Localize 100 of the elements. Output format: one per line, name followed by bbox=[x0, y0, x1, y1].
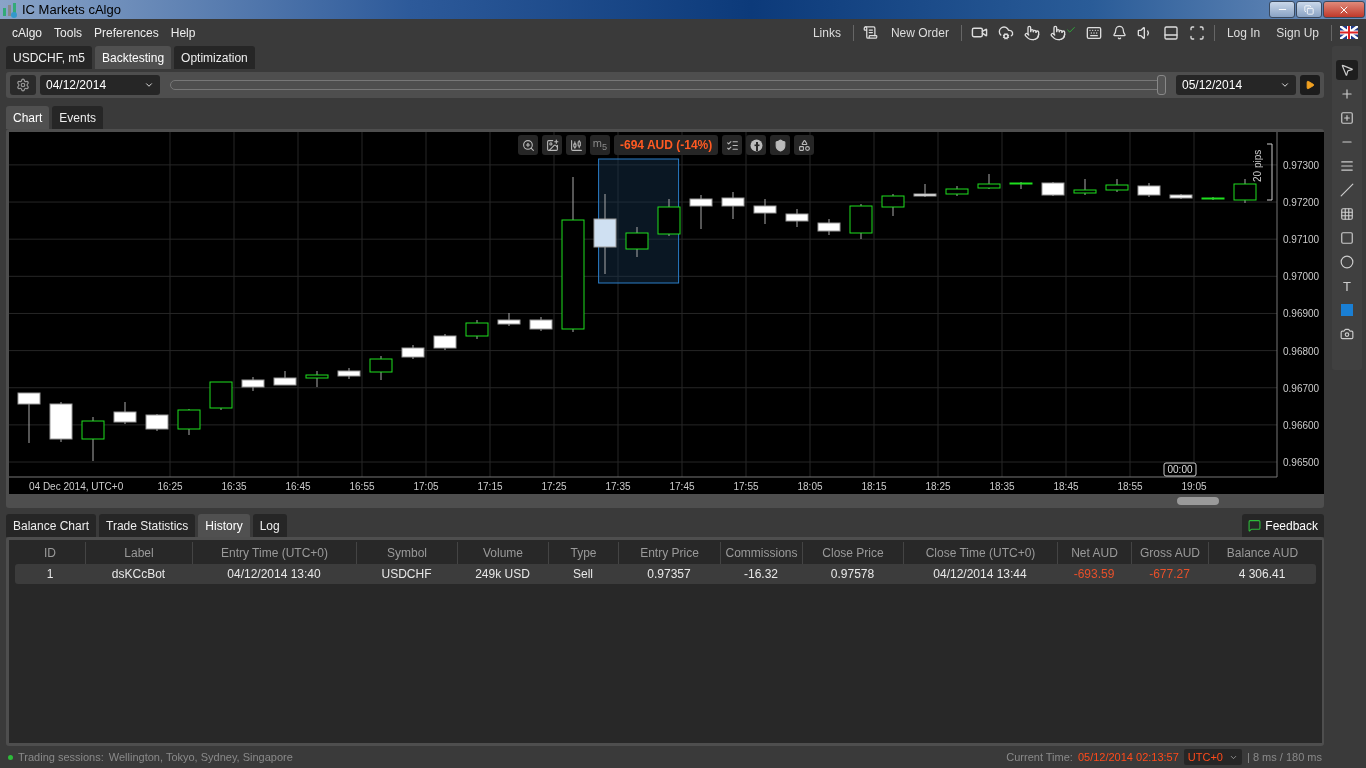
crosshair-icon bbox=[1340, 87, 1354, 101]
candle bbox=[17, 392, 41, 444]
shield-button[interactable] bbox=[770, 135, 791, 155]
timeframe-button[interactable]: m$_{5}$ bbox=[590, 135, 610, 155]
panel-tab[interactable]: Balance Chart bbox=[6, 514, 97, 537]
chart-settings-button[interactable] bbox=[542, 135, 562, 155]
top-tab[interactable]: Backtesting bbox=[95, 46, 172, 69]
time-label: 18:45 bbox=[1053, 481, 1079, 492]
candle bbox=[817, 218, 841, 236]
table-cell-text: -16.32 bbox=[743, 566, 779, 583]
checklist-button[interactable] bbox=[722, 135, 743, 155]
candle bbox=[433, 333, 457, 351]
new-order-link[interactable]: New Order bbox=[882, 25, 957, 40]
price-label: 0.97200 bbox=[1283, 197, 1320, 209]
caret-icon bbox=[1280, 80, 1290, 90]
table-cell-text: 249k USD bbox=[474, 566, 531, 583]
table-cell-text: 4 306.41 bbox=[1237, 566, 1287, 583]
zoom-button[interactable] bbox=[518, 135, 538, 155]
candle bbox=[625, 226, 649, 258]
minimize-button[interactable] bbox=[1269, 1, 1295, 18]
candle bbox=[113, 401, 137, 425]
panel-tab[interactable]: Log bbox=[252, 514, 287, 537]
profit-loss-label: -694 AUD (-14%) bbox=[614, 135, 719, 155]
time-label: 16:25 bbox=[157, 481, 183, 492]
time-label: 18:35 bbox=[989, 481, 1015, 492]
shapes-button[interactable] bbox=[794, 135, 815, 155]
time-label: 16:55 bbox=[349, 481, 375, 492]
range-marker bbox=[1266, 143, 1273, 201]
date-label: 04 Dec 2014, UTC+0 bbox=[29, 481, 124, 492]
window-title: IC Markets cAlgo bbox=[22, 2, 122, 17]
candle bbox=[1137, 182, 1161, 198]
candle bbox=[49, 401, 73, 443]
close-button[interactable] bbox=[1323, 1, 1365, 18]
candle bbox=[145, 413, 169, 432]
chart-tab[interactable]: Chart bbox=[6, 106, 50, 129]
menu-item[interactable]: Help bbox=[164, 25, 202, 40]
speech-bubble-icon bbox=[1248, 519, 1262, 532]
flag-icon[interactable] bbox=[1340, 26, 1358, 39]
top-tab[interactable]: USDCHF, m5 bbox=[6, 46, 92, 69]
chart-tab[interactable]: Events bbox=[52, 106, 104, 129]
play-icon bbox=[1305, 80, 1315, 90]
lines-icon bbox=[1340, 159, 1354, 173]
text-tool[interactable]: T bbox=[1336, 276, 1358, 296]
candle bbox=[1073, 178, 1097, 196]
candle bbox=[401, 344, 425, 360]
start-date-dropdown[interactable]: 04/12/2014 bbox=[40, 75, 160, 95]
time-label: Current Time: bbox=[1006, 751, 1073, 763]
chart-type-button[interactable] bbox=[566, 135, 586, 155]
candle bbox=[913, 183, 937, 198]
timezone-dropdown[interactable]: UTC+0 bbox=[1183, 749, 1242, 765]
time-label: 16:45 bbox=[285, 481, 311, 492]
candle bbox=[881, 193, 905, 217]
table-cell-text: 1 bbox=[45, 566, 55, 583]
panel-tab[interactable]: History bbox=[198, 514, 250, 537]
price-label: 0.96600 bbox=[1283, 419, 1320, 431]
shield-icon bbox=[773, 138, 787, 152]
document-icon bbox=[862, 25, 878, 40]
candlestick-icon bbox=[569, 138, 583, 152]
time-label: 18:55 bbox=[1117, 481, 1143, 492]
play-button[interactable] bbox=[1300, 75, 1320, 95]
time-label: 16:35 bbox=[221, 481, 247, 492]
links-link[interactable]: Links bbox=[804, 25, 849, 40]
menu-item[interactable]: Preferences bbox=[88, 25, 165, 40]
menu-item[interactable]: cAlgo bbox=[6, 25, 49, 40]
scrollbar-thumb[interactable] bbox=[1177, 497, 1219, 505]
candle bbox=[497, 312, 521, 327]
slider-thumb[interactable] bbox=[1157, 75, 1166, 95]
log-in-link[interactable]: Log In bbox=[1218, 25, 1269, 40]
top-tab[interactable]: Optimization bbox=[174, 46, 255, 69]
time-label: 17:15 bbox=[477, 481, 503, 492]
candle bbox=[369, 355, 393, 381]
settings-icon bbox=[16, 78, 30, 92]
table-cell-text: dsKCcBot bbox=[110, 566, 167, 583]
candle bbox=[273, 370, 297, 386]
column-header[interactable]: ID bbox=[15, 542, 85, 564]
candle bbox=[1169, 193, 1193, 200]
caret-icon bbox=[144, 80, 154, 90]
table-cell-text: -693.59 bbox=[1072, 566, 1116, 583]
candle bbox=[209, 381, 233, 411]
round-logo-button[interactable] bbox=[746, 135, 767, 155]
end-date-dropdown[interactable]: 05/12/2014 bbox=[1176, 75, 1296, 95]
candle bbox=[945, 185, 969, 197]
menu-item[interactable]: Tools bbox=[48, 25, 89, 40]
time-label: 18:15 bbox=[861, 481, 887, 492]
diagonal-line-icon bbox=[1340, 183, 1354, 197]
pointer-hand-icon bbox=[1023, 24, 1040, 41]
candle bbox=[657, 198, 681, 237]
candle bbox=[753, 198, 777, 225]
restore-button[interactable] bbox=[1296, 1, 1322, 18]
current-time: 05/12/2014 02:13:57 bbox=[1077, 751, 1179, 763]
pointer-tool[interactable] bbox=[1336, 60, 1358, 80]
latency-text: | 8 ms / 180 ms bbox=[1247, 751, 1322, 763]
square-plus-icon bbox=[1340, 111, 1354, 125]
pips-label: 20 pips bbox=[1252, 149, 1263, 182]
settings-button[interactable] bbox=[10, 75, 36, 95]
feedback-button[interactable]: Feedback bbox=[1242, 514, 1324, 537]
panel-tab[interactable]: Trade Statistics bbox=[99, 514, 196, 537]
sign-up-link[interactable]: Sign Up bbox=[1268, 25, 1327, 40]
table-row[interactable]: 1 dsKCcBot 04/12/2014 13:40 USDCHF 249k USD Sell 0.97357 -16.32 0.97578 04/12/2014 13:44 -693.59 -677.27 4 306.41 bbox=[15, 564, 1316, 584]
price-label: 0.97000 bbox=[1283, 271, 1320, 283]
